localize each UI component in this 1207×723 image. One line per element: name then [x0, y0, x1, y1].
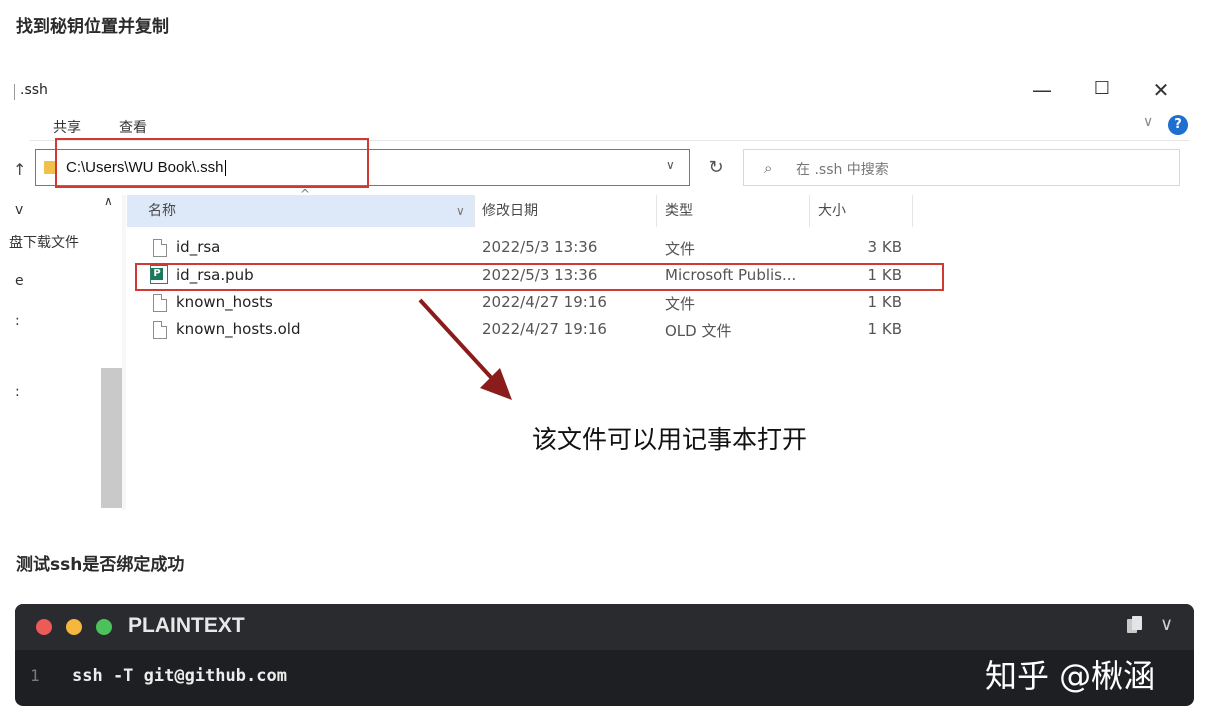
- column-separator: [474, 195, 475, 227]
- file-date: 2022/5/3 13:36: [482, 238, 598, 256]
- column-header-date[interactable]: 修改日期: [482, 195, 538, 227]
- green-dot-icon: [96, 619, 112, 635]
- file-name: known_hosts: [176, 293, 273, 311]
- nav-item[interactable]: e: [15, 273, 24, 289]
- minimize-button[interactable]: —: [1028, 78, 1056, 102]
- file-icon: [153, 294, 167, 312]
- search-placeholder: 在 .ssh 中搜索: [796, 162, 889, 178]
- address-dropdown-icon[interactable]: ∨: [666, 158, 675, 172]
- file-size: 1 KB: [867, 320, 902, 338]
- column-separator: [656, 195, 657, 227]
- watermark: 知乎 @楸涵: [985, 657, 1156, 695]
- file-row[interactable]: known_hosts.old 2022/4/27 19:16 OLD 文件 1…: [140, 317, 940, 344]
- code-header: PLAINTEXT ∨: [15, 604, 1194, 650]
- column-separator: [809, 195, 810, 227]
- file-icon: [153, 321, 167, 339]
- copy-icon[interactable]: [1127, 616, 1142, 634]
- help-icon[interactable]: ?: [1168, 115, 1188, 135]
- refresh-icon[interactable]: ↻: [698, 149, 734, 186]
- file-type: 文件: [665, 295, 696, 313]
- file-type: OLD 文件: [665, 322, 732, 340]
- file-type: 文件: [665, 240, 696, 258]
- nav-item[interactable]: :: [15, 384, 20, 400]
- tab-view[interactable]: 查看: [119, 117, 147, 137]
- line-number: 1: [30, 666, 40, 685]
- annotation-arrow-icon: [418, 298, 512, 400]
- sort-indicator-icon: ^: [300, 187, 311, 201]
- search-icon: ⌕: [764, 159, 773, 177]
- column-header-type[interactable]: 类型: [665, 195, 693, 227]
- yellow-dot-icon: [66, 619, 82, 635]
- nav-item[interactable]: 盘下载文件: [9, 232, 79, 252]
- close-button[interactable]: ✕: [1147, 78, 1175, 102]
- step1-heading: 找到秘钥位置并复制: [16, 17, 169, 37]
- address-highlight-box: [55, 138, 369, 188]
- nav-item[interactable]: :: [15, 313, 20, 329]
- nav-divider: [122, 195, 126, 510]
- nav-item[interactable]: v: [15, 202, 23, 218]
- code-block: PLAINTEXT ∨ 1 ssh -T git@github.com 知乎 @…: [15, 604, 1194, 706]
- file-size: 1 KB: [867, 293, 902, 311]
- maximize-button[interactable]: ☐: [1088, 78, 1116, 99]
- column-filter-icon[interactable]: ∨: [456, 195, 465, 227]
- file-row[interactable]: id_rsa 2022/5/3 13:36 文件 3 KB: [140, 235, 940, 262]
- file-explorer-screenshot: .ssh — ☐ ✕ 共享 查看 ∨ ? ↑ C:\Users\WU Book\…: [0, 70, 1207, 510]
- red-dot-icon: [36, 619, 52, 635]
- file-name: known_hosts.old: [176, 320, 301, 338]
- scroll-up-icon[interactable]: ∧: [104, 194, 113, 208]
- collapse-icon[interactable]: ∨: [1160, 614, 1173, 635]
- file-icon: [153, 239, 167, 257]
- step2-heading: 测试ssh是否绑定成功: [16, 555, 185, 575]
- window-title: .ssh: [14, 82, 48, 100]
- column-separator: [912, 195, 913, 227]
- file-row[interactable]: known_hosts 2022/4/27 19:16 文件 1 KB: [140, 290, 940, 317]
- up-arrow-icon[interactable]: ↑: [13, 160, 26, 179]
- column-header-size[interactable]: 大小: [818, 195, 846, 227]
- tab-share[interactable]: 共享: [53, 117, 81, 137]
- ribbon-expand-icon[interactable]: ∨: [1143, 114, 1153, 130]
- annotation-text: 该文件可以用记事本打开: [532, 425, 808, 454]
- search-input[interactable]: ⌕ 在 .ssh 中搜索: [743, 149, 1180, 186]
- code-line: ssh -T git@github.com: [72, 666, 287, 686]
- file-name: id_rsa: [176, 238, 221, 256]
- file-size: 3 KB: [867, 238, 902, 256]
- nav-scrollbar[interactable]: [101, 368, 122, 508]
- code-language: PLAINTEXT: [128, 614, 245, 637]
- file-highlight-box: [135, 263, 944, 291]
